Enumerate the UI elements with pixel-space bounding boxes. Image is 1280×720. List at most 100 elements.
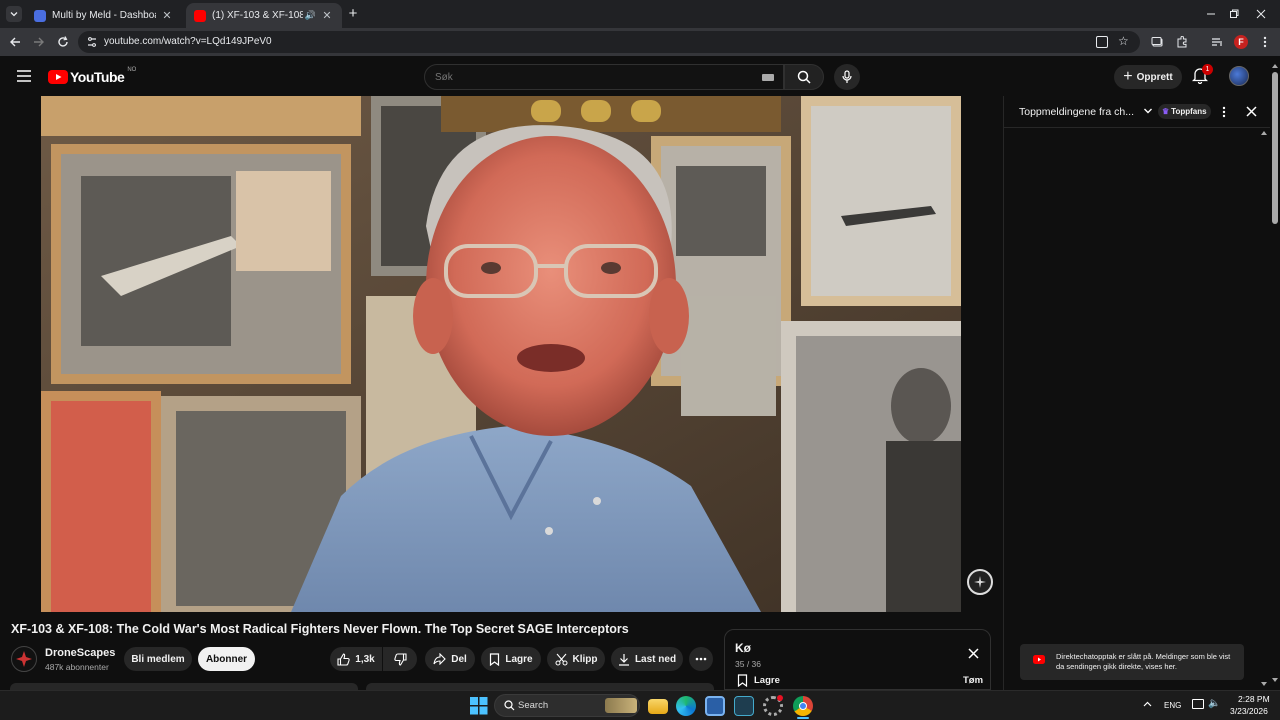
reload-button[interactable]	[55, 34, 71, 50]
install-app-icon[interactable]	[1096, 36, 1108, 48]
url-text: youtube.com/watch?v=LQd149JPeV0	[104, 36, 272, 47]
create-button[interactable]: + Opprett	[1114, 65, 1182, 89]
keyboard-icon[interactable]	[762, 74, 774, 81]
tray-overflow-chevron-icon[interactable]	[1143, 701, 1152, 707]
like-count: 1,3k	[355, 653, 375, 665]
channel-avatar[interactable]	[11, 646, 37, 672]
browser-tab-strip: Multi by Meld - Dashboard. ✕ (1) XF-103 …	[0, 0, 1280, 28]
close-tab-icon[interactable]: ✕	[160, 9, 174, 23]
microphone-icon	[842, 70, 852, 83]
create-label: Opprett	[1136, 71, 1173, 83]
edge-browser-icon[interactable]	[676, 696, 696, 716]
chevron-down-icon	[10, 12, 18, 17]
video-player[interactable]	[0, 96, 1002, 614]
channel-watermark-icon[interactable]	[967, 569, 993, 595]
forward-button[interactable]	[31, 34, 47, 50]
notification-count-badge: 1	[1202, 64, 1213, 75]
profile-avatar[interactable]: F	[1234, 35, 1248, 49]
clip-button[interactable]: Klipp	[547, 647, 605, 671]
video-frame[interactable]	[41, 96, 961, 612]
chat-header: Toppmeldingene fra ch... ♛ Toppfans	[1004, 96, 1270, 128]
extension-cast-icon[interactable]	[1149, 34, 1165, 50]
more-actions-button[interactable]	[689, 647, 713, 671]
chat-notice-text: Direktechatopptak er slått på. Meldinger…	[1056, 652, 1231, 671]
chat-mode-title[interactable]: Toppmeldingene fra ch...	[1019, 106, 1134, 118]
close-window-button[interactable]	[1238, 0, 1280, 28]
tab-youtube-video[interactable]: (1) XF-103 & XF-108: The C 🔊 ✕	[186, 3, 342, 28]
download-button[interactable]: Last ned	[611, 647, 683, 671]
network-icon[interactable]	[1192, 699, 1204, 709]
search-input[interactable]	[435, 70, 735, 84]
save-button[interactable]: Lagre	[481, 647, 541, 671]
live-chat-replay-panel: Toppmeldingene fra ch... ♛ Toppfans Dire…	[1003, 96, 1270, 690]
tab-title: Multi by Meld - Dashboard.	[52, 10, 156, 21]
search-button[interactable]	[784, 64, 824, 90]
clock-date[interactable]: 3/23/2026	[1230, 706, 1268, 716]
queue-save-button[interactable]: Lagre	[737, 674, 780, 687]
page-scrollbar[interactable]	[1270, 56, 1280, 690]
voice-search-button[interactable]	[834, 64, 860, 90]
bookmark-star-icon[interactable]: ☆	[1118, 34, 1129, 48]
close-chat-icon[interactable]	[1246, 106, 1257, 117]
new-tab-button[interactable]: +	[345, 6, 361, 22]
plus-icon: +	[1123, 68, 1133, 85]
arrow-left-icon	[10, 37, 20, 47]
active-app-indicator	[797, 717, 809, 719]
windows-start-icon[interactable]	[469, 696, 489, 716]
chat-scroll-down-arrow-icon[interactable]	[1261, 682, 1267, 686]
like-button[interactable]: 1,3k	[330, 647, 382, 671]
windows-taskbar: Search ENG 🔈 2:28 PM 3/23/2026	[0, 690, 1280, 720]
subscribe-button[interactable]: Abonner	[198, 647, 255, 671]
channel-name[interactable]: DroneScapes	[45, 647, 115, 659]
youtube-small-icon	[1033, 655, 1045, 664]
toppfans-badge[interactable]: ♛ Toppfans	[1158, 104, 1211, 119]
snipping-tool-icon[interactable]	[734, 696, 754, 716]
notification-dot	[777, 695, 783, 701]
tab-title: (1) XF-103 & XF-108: The C	[212, 10, 303, 21]
scrollbar-up-arrow-icon[interactable]	[1272, 64, 1278, 68]
browser-menu-icon[interactable]	[1257, 34, 1273, 50]
search-highlight-image-icon	[605, 698, 637, 713]
queue-position: 35 / 36	[735, 659, 761, 669]
queue-title: Kø	[735, 641, 751, 655]
scrollbar-thumb[interactable]	[1272, 72, 1278, 224]
file-explorer-icon[interactable]	[648, 699, 668, 714]
share-button[interactable]: Del	[425, 647, 475, 671]
scissors-icon	[555, 653, 567, 665]
search-box[interactable]	[424, 64, 784, 90]
chevron-down-icon[interactable]	[1143, 106, 1153, 116]
profile-initial: F	[1238, 37, 1244, 47]
search-icon	[797, 70, 811, 84]
chat-more-options-icon[interactable]	[1222, 106, 1226, 118]
chrome-browser-icon[interactable]	[793, 696, 813, 716]
chat-scroll-up-arrow-icon[interactable]	[1261, 131, 1267, 135]
scrollbar-down-arrow-icon[interactable]	[1272, 678, 1278, 682]
video-frame-illustration	[41, 96, 961, 612]
audio-playing-icon[interactable]: 🔊	[305, 10, 316, 21]
address-bar[interactable]: youtube.com/watch?v=LQd149JPeV0 ☆	[78, 31, 1140, 53]
dislike-button[interactable]	[383, 647, 417, 671]
meld-favicon-icon	[34, 9, 46, 22]
language-indicator[interactable]: ENG	[1164, 701, 1181, 710]
queue-clear-button[interactable]: Tøm	[963, 675, 983, 686]
back-button[interactable]	[7, 34, 23, 50]
account-avatar[interactable]	[1229, 66, 1249, 86]
join-button[interactable]: Bli medlem	[124, 647, 192, 671]
media-control-icon[interactable]	[1209, 34, 1225, 50]
taskbar-search-box[interactable]: Search	[494, 694, 640, 717]
clock-time[interactable]: 2:28 PM	[1238, 694, 1270, 704]
tab-search-button[interactable]	[6, 6, 22, 22]
youtube-logo[interactable]: YouTube NO	[48, 67, 137, 85]
hamburger-menu-icon[interactable]	[17, 70, 31, 82]
tab-meld-dashboard[interactable]: Multi by Meld - Dashboard. ✕	[26, 3, 182, 28]
notifications-button[interactable]: 1	[1192, 64, 1213, 85]
store-app-icon[interactable]	[705, 696, 725, 716]
download-label: Last ned	[634, 653, 677, 665]
site-info-icon[interactable]	[86, 36, 98, 48]
close-tab-icon[interactable]: ✕	[320, 9, 334, 23]
close-queue-icon[interactable]	[968, 648, 979, 659]
region-code: NO	[127, 67, 137, 73]
volume-icon[interactable]: 🔈	[1208, 698, 1220, 709]
extensions-puzzle-icon[interactable]	[1174, 34, 1190, 50]
bookmark-icon	[490, 652, 500, 666]
